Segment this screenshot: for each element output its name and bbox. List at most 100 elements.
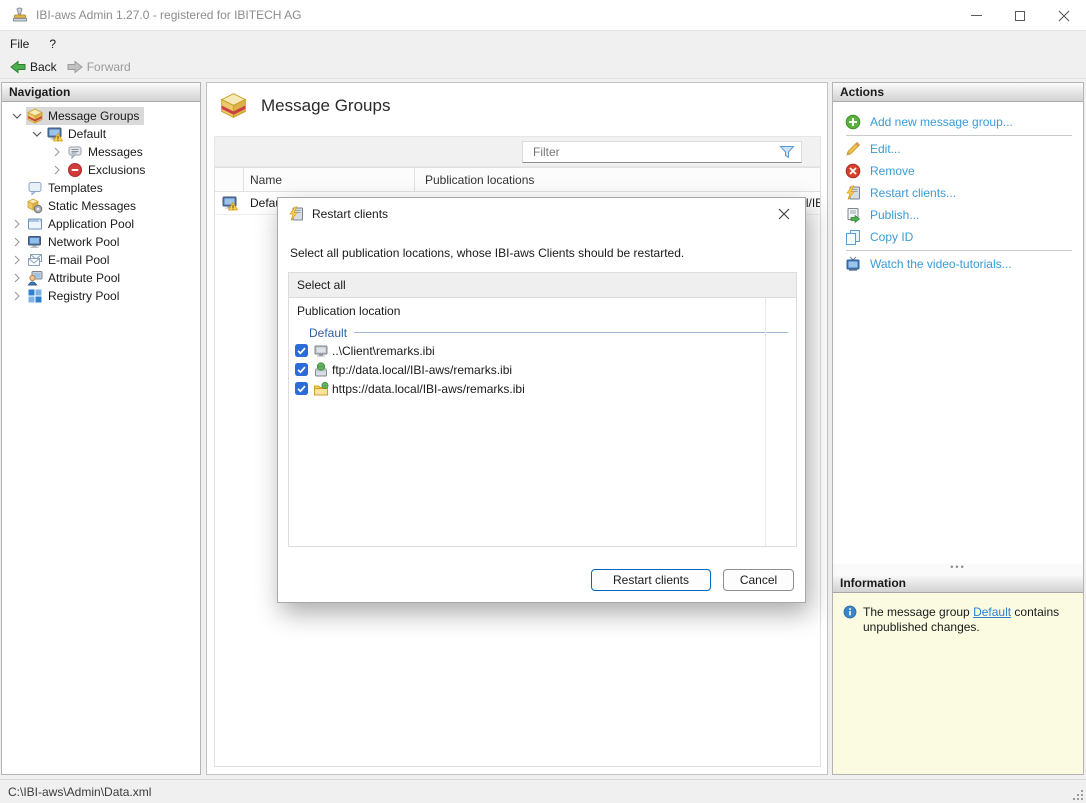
checkbox-checked-icon[interactable]: [295, 344, 308, 357]
right-panel: Actions Add new message group... Edit...…: [832, 82, 1084, 775]
chevron-down-icon[interactable]: [28, 130, 46, 138]
messages-icon: [68, 146, 82, 160]
action-label: Remove: [870, 164, 915, 178]
tree-item-network-pool[interactable]: Network Pool: [2, 233, 200, 251]
action-edit[interactable]: Edit...: [833, 138, 1083, 160]
page-title: Message Groups: [261, 95, 391, 115]
actions-header: Actions: [833, 83, 1083, 102]
network-pool-icon: [28, 236, 41, 248]
group-label: Default: [309, 325, 348, 340]
name-column-header[interactable]: Name: [244, 168, 415, 191]
checkbox-checked-icon[interactable]: [295, 382, 308, 395]
message-group-warning-icon: [47, 127, 63, 142]
action-label: Publish...: [870, 208, 920, 222]
chevron-down-icon[interactable]: [8, 112, 26, 120]
action-restart-clients[interactable]: Restart clients...: [833, 182, 1083, 204]
location-row[interactable]: ftp://data.local/IBI-aws/remarks.ibi: [289, 360, 796, 379]
window-title: IBI-aws Admin 1.27.0 - registered for IB…: [36, 8, 302, 22]
separator: [846, 250, 1072, 251]
tree-item-message-groups[interactable]: Message Groups: [2, 107, 200, 125]
menu-file[interactable]: File: [0, 34, 39, 54]
select-all-bar[interactable]: Select all: [289, 273, 796, 298]
restart-clients-button[interactable]: Restart clients: [591, 569, 711, 591]
chevron-right-icon[interactable]: [8, 273, 26, 283]
tree-item-email-pool[interactable]: E-mail Pool: [2, 251, 200, 269]
restart-clients-icon: [846, 185, 860, 200]
static-messages-icon: [27, 198, 43, 214]
registry-pool-icon: [28, 289, 42, 303]
dialog-title: Restart clients: [312, 207, 389, 221]
tree-label: Static Messages: [48, 199, 137, 213]
navigation-panel: Navigation Message Groups Default Messag…: [1, 82, 201, 775]
dialog-buttons: Restart clients Cancel: [591, 569, 794, 591]
panel-splitter[interactable]: •••: [833, 563, 1083, 574]
tree-label: Templates: [48, 181, 103, 195]
attribute-pool-icon: [27, 271, 43, 286]
icon-column-header[interactable]: [215, 168, 244, 191]
chevron-right-icon[interactable]: [8, 219, 26, 229]
resize-grip-icon[interactable]: [1071, 788, 1085, 802]
location-row[interactable]: ..\Client\remarks.ibi: [289, 341, 796, 360]
locations-column-header[interactable]: Publication locations: [415, 168, 820, 191]
templates-icon: [28, 182, 42, 196]
tree-label: E-mail Pool: [48, 253, 110, 267]
chevron-right-icon[interactable]: [8, 291, 26, 301]
back-button[interactable]: Back: [8, 57, 63, 77]
nav-toolbar: Back Forward: [0, 55, 1086, 79]
separator: [846, 135, 1072, 136]
tree-item-messages[interactable]: Messages: [2, 143, 200, 161]
chevron-right-icon[interactable]: [48, 165, 66, 175]
action-watch-tutorials[interactable]: Watch the video-tutorials...: [833, 253, 1083, 275]
tree-item-exclusions[interactable]: Exclusions: [2, 161, 200, 179]
message-groups-icon: [27, 108, 43, 124]
filter-icon[interactable]: [779, 144, 795, 160]
chevron-right-icon[interactable]: [8, 237, 26, 247]
tree-label: Default: [68, 127, 107, 141]
publication-location-column-header[interactable]: Publication location: [289, 298, 796, 324]
menu-bar: File ?: [0, 32, 1086, 55]
menu-help[interactable]: ?: [39, 34, 66, 54]
tree-item-registry-pool[interactable]: Registry Pool: [2, 287, 200, 305]
cancel-button[interactable]: Cancel: [723, 569, 794, 591]
app-icon: [13, 7, 27, 22]
tree-item-static-messages[interactable]: Static Messages: [2, 197, 200, 215]
location-label: ftp://data.local/IBI-aws/remarks.ibi: [332, 362, 513, 377]
tree-label: Attribute Pool: [48, 271, 121, 285]
add-icon: [845, 114, 861, 130]
action-publish[interactable]: Publish...: [833, 204, 1083, 226]
action-copy-id[interactable]: Copy ID: [833, 226, 1083, 248]
close-button[interactable]: [1042, 0, 1086, 31]
computer-icon: [314, 345, 328, 357]
tree-label: Exclusions: [88, 163, 146, 177]
tree-item-default[interactable]: Default: [2, 125, 200, 143]
action-add-message-group[interactable]: Add new message group...: [833, 111, 1083, 133]
location-row[interactable]: https://data.local/IBI-aws/remarks.ibi: [289, 379, 796, 398]
tree-item-application-pool[interactable]: Application Pool: [2, 215, 200, 233]
dialog-close-button[interactable]: [763, 198, 805, 230]
data-file-path: C:\IBI-aws\Admin\Data.xml: [8, 784, 152, 799]
action-remove[interactable]: Remove: [833, 160, 1083, 182]
info-text-before: The message group: [863, 605, 974, 619]
web-folder-icon: [314, 381, 329, 395]
tree-label: Registry Pool: [48, 289, 120, 303]
message-groups-icon: [220, 93, 247, 119]
tree-item-attribute-pool[interactable]: Attribute Pool: [2, 269, 200, 287]
filter-input[interactable]: [523, 145, 779, 159]
action-label: Restart clients...: [870, 186, 957, 200]
chevron-right-icon[interactable]: [8, 255, 26, 265]
action-label: Copy ID: [870, 230, 914, 244]
chevron-right-icon[interactable]: [48, 147, 66, 157]
info-default-link[interactable]: Default: [973, 605, 1011, 619]
tree-item-templates[interactable]: Templates: [2, 179, 200, 197]
group-row-default: Default: [289, 324, 796, 341]
restart-clients-icon: [289, 206, 303, 221]
navigation-header: Navigation: [2, 83, 200, 102]
checkbox-checked-icon[interactable]: [295, 363, 308, 376]
minimize-button[interactable]: [954, 0, 998, 31]
forward-button[interactable]: Forward: [65, 57, 137, 77]
maximize-button[interactable]: [998, 0, 1042, 31]
video-tutorials-icon: [846, 256, 860, 271]
application-pool-icon: [28, 218, 42, 230]
table-header-row: Name Publication locations: [215, 168, 820, 192]
back-icon: [10, 59, 26, 74]
